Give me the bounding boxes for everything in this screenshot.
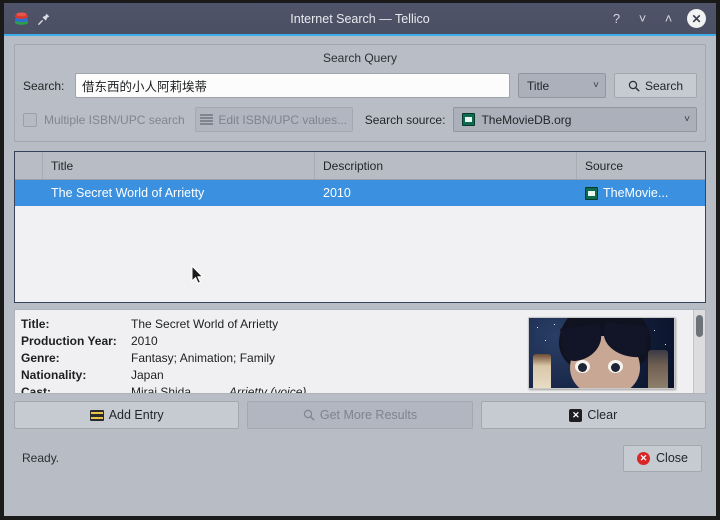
detail-value: Fantasy; Animation; Family [131,351,275,365]
detail-key: Genre: [21,351,131,365]
detail-row: Nationality: Japan [21,366,528,383]
detail-scrollbar-thumb[interactable] [696,315,703,337]
detail-value-role: Arrietty (voice) [229,385,306,395]
search-button-label: Search [645,79,683,93]
column-header-title[interactable]: Title [43,152,315,179]
clear-icon: ✕ [569,409,582,422]
column-header-icon[interactable] [15,152,43,179]
action-buttons: Add Entry Get More Results ✕ Clear [14,401,706,429]
chevron-down-icon: ˅ [684,115,690,125]
search-source-label: Search source: [365,113,446,127]
status-text: Ready. [22,451,59,465]
detail-value: Mirai Shida [131,385,191,395]
add-entry-label: Add Entry [109,408,164,422]
film-strip-icon [90,410,104,421]
row-description-cell: 2010 [315,186,577,200]
results-table[interactable]: Title Description Source The Secret Worl… [14,151,706,303]
column-header-source[interactable]: Source [577,152,705,179]
detail-scrollbar[interactable] [693,310,705,393]
poster-thumbnail [528,317,675,389]
themoviedb-icon [462,113,475,126]
search-button[interactable]: Search [614,73,697,98]
detail-key: Cast: [21,385,131,395]
get-more-results-label: Get More Results [320,408,417,422]
search-source-combo-value: TheMovieDB.org [481,113,571,127]
maximize-button[interactable]: ˄ [661,11,676,26]
detail-key: Title: [21,317,131,331]
multiple-isbn-checkbox-wrap[interactable]: Multiple ISBN/UPC search [23,113,185,127]
clear-button[interactable]: ✕ Clear [481,401,706,429]
clear-label: Clear [587,408,617,422]
search-field-combo-value: Title [527,79,549,93]
title-bar: Internet Search — Tellico ? ˅ ˄ ✕ [4,3,716,36]
chevron-down-icon: ˅ [593,81,599,91]
column-header-description[interactable]: Description [315,152,577,179]
close-circle-icon: ✕ [637,452,650,465]
multiple-isbn-checkbox[interactable] [23,113,37,127]
detail-row: Cast: Mirai Shida Arrietty (voice) [21,383,528,394]
row-source-cell: TheMovie... [577,186,705,200]
detail-row: Production Year: 2010 [21,332,528,349]
search-row: Search: 借东西的小人阿莉埃蒂 Title ˅ Search [23,73,697,98]
row-source-label: TheMovie... [603,186,668,200]
search-field-combo[interactable]: Title ˅ [518,73,606,98]
detail-key: Production Year: [21,334,131,348]
detail-fields: Title: The Secret World of Arrietty Prod… [15,310,528,393]
tellico-books-icon [13,10,30,27]
detail-row: Title: The Secret World of Arrietty [21,315,528,332]
results-table-header: Title Description Source [15,152,705,180]
detail-key: Nationality: [21,368,131,382]
table-row[interactable]: The Secret World of Arrietty 2010 TheMov… [15,180,705,206]
detail-row: Genre: Fantasy; Animation; Family [21,349,528,366]
search-query-group: Search Query Search: 借东西的小人阿莉埃蒂 Title ˅ … [14,44,706,142]
dialog-body: Search Query Search: 借东西的小人阿莉埃蒂 Title ˅ … [4,36,716,516]
list-icon [200,114,213,125]
search-icon [628,80,640,92]
close-button[interactable]: ✕ Close [623,445,702,472]
isbn-row: Multiple ISBN/UPC search Edit ISBN/UPC v… [23,107,697,132]
close-button-label: Close [656,451,688,465]
search-label: Search: [23,79,75,93]
status-bar: Ready. ✕ Close [14,436,706,480]
pin-icon[interactable] [37,12,51,26]
get-more-results-button[interactable]: Get More Results [247,401,472,429]
edit-isbn-values-button[interactable]: Edit ISBN/UPC values... [195,107,353,132]
themoviedb-icon [585,187,598,200]
title-bar-left [10,10,51,27]
help-button[interactable]: ? [609,11,624,26]
row-title-cell: The Secret World of Arrietty [43,186,315,200]
close-window-button[interactable]: ✕ [687,9,706,28]
entry-detail-pane: Title: The Secret World of Arrietty Prod… [14,309,706,394]
detail-value: 2010 [131,334,158,348]
search-query-group-title: Search Query [23,51,697,65]
search-source-combo[interactable]: TheMovieDB.org ˅ [453,107,697,132]
detail-value: Japan [131,368,164,382]
add-entry-button[interactable]: Add Entry [14,401,239,429]
search-icon [303,409,315,421]
detail-value: The Secret World of Arrietty [131,317,278,331]
minimize-button[interactable]: ˅ [635,11,650,26]
search-input[interactable]: 借东西的小人阿莉埃蒂 [75,73,510,98]
window-controls: ? ˅ ˄ ✕ [609,9,710,28]
mouse-cursor [191,265,204,285]
internet-search-dialog: Internet Search — Tellico ? ˅ ˄ ✕ Search… [0,0,720,520]
multiple-isbn-label: Multiple ISBN/UPC search [44,113,185,127]
edit-isbn-values-label: Edit ISBN/UPC values... [218,113,347,127]
